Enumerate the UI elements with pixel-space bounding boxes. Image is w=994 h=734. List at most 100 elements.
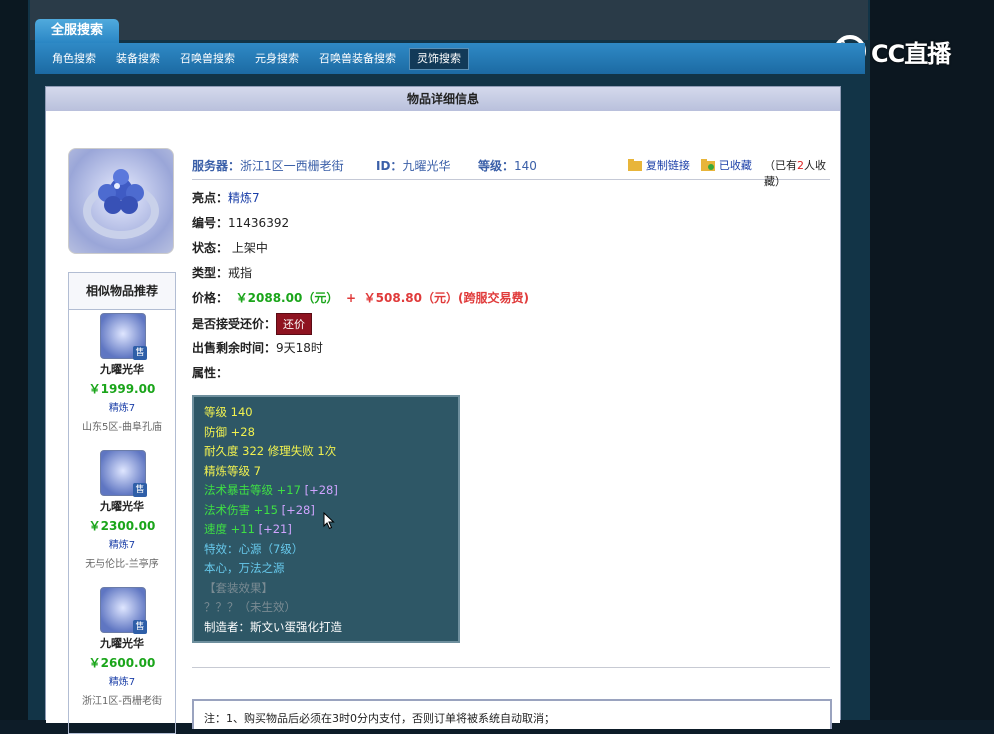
item-detail-panel: 物品详细信息 相似物品推荐 售 九曜光华 ￥1999.00 精炼7 山东5区-曲… — [45, 86, 841, 734]
time-left-label: 出售剩余时间： — [192, 341, 277, 355]
status-value: 上架中 — [231, 241, 268, 255]
price-plus: + — [345, 291, 357, 305]
favorite-folder-icon — [701, 159, 715, 171]
server-value: 浙江1区一西栅老街 — [240, 159, 344, 173]
attr-text: 速度 +11 — [204, 522, 255, 536]
copy-link-label: 复制链接 — [645, 159, 690, 172]
right-background — [870, 0, 994, 720]
subnav-equip-search[interactable]: 装备搜索 — [109, 49, 167, 69]
attr-text: 【套装效果】 — [204, 580, 273, 595]
left-edge-stripe — [0, 0, 28, 720]
fav-prefix: （已有 — [764, 159, 797, 172]
level-info: 等级：140 — [478, 157, 537, 174]
level-value: 140 — [514, 159, 537, 173]
subnav-ornament-search[interactable]: 灵饰搜索 — [409, 47, 469, 70]
attr-line: 本心，万法之源 — [204, 559, 448, 579]
attr-text: ？？？（未生效） — [204, 600, 296, 614]
subnav-role-search[interactable]: 角色搜索 — [45, 49, 103, 69]
attr-line: 【套装效果】 — [204, 579, 448, 599]
id-value: 九曜光华 — [402, 159, 451, 173]
number-label: 编号： — [192, 216, 229, 230]
attributes-row: 属性： — [192, 364, 228, 381]
attr-line: 法术暴击等级 +17 [+28] — [204, 481, 448, 501]
tab-global-search[interactable]: 全服搜索 — [35, 19, 119, 43]
sale-badge: 售 — [133, 620, 147, 634]
attr-text: 精炼等级 7 — [204, 463, 261, 478]
mouse-cursor-icon — [323, 512, 335, 530]
price-main: ￥2088.00（元） — [235, 291, 339, 305]
id-label: ID： — [376, 159, 403, 173]
similar-item-tag: 精炼7 — [108, 677, 136, 688]
price-row: 价格： ￥2088.00（元） + ￥508.80（元）(跨服交易费) — [192, 289, 529, 306]
item-info-bar: 服务器：浙江1区一西栅老街 ID：九曜光华 等级：140 复制链接 已收藏 （已… — [192, 151, 830, 188]
id-info: ID：九曜光华 — [376, 157, 450, 174]
similar-item-tag: 精炼7 — [108, 403, 136, 414]
number-row: 编号：11436392 — [192, 214, 289, 231]
copy-link-button[interactable]: 复制链接 — [628, 157, 690, 173]
attr-line: 耐久度 322 修理失败 1次 — [204, 442, 448, 462]
similar-item-price: ￥1999.00 — [88, 382, 156, 396]
item-image — [68, 148, 174, 254]
sale-badge: 售 — [133, 346, 147, 360]
attr-line: 精炼等级 7 — [204, 462, 448, 482]
similar-item-price: ￥2300.00 — [88, 519, 156, 533]
attr-text: 等级 140 — [204, 405, 253, 419]
search-subnav: 角色搜索 装备搜索 召唤兽搜索 元身搜索 召唤兽装备搜索 灵饰搜索 — [35, 43, 865, 74]
similar-item-server: 浙江1区-西栅老街 — [82, 696, 162, 707]
panel-title: 物品详细信息 — [46, 87, 840, 112]
type-row: 类型：戒指 — [192, 264, 252, 281]
subnav-pet-search[interactable]: 召唤兽搜索 — [173, 49, 242, 69]
similar-item-name: 九曜光华 — [100, 363, 144, 376]
ring-thumbnail-icon: 售 — [100, 313, 147, 360]
folder-icon — [628, 159, 642, 171]
similar-item-name: 九曜光华 — [100, 637, 144, 650]
attr-line: 等级 140 — [204, 403, 448, 423]
favorite-button[interactable]: 已收藏 — [701, 157, 752, 173]
section-divider — [192, 667, 830, 668]
time-left-value: 9天18时 — [276, 341, 323, 355]
top-bar — [30, 0, 868, 40]
ring-thumbnail-icon: 售 — [100, 587, 147, 634]
ring-icon — [83, 169, 159, 239]
attr-text: 本心，万法之源 — [204, 561, 285, 575]
similar-items-box: 相似物品推荐 售 九曜光华 ￥1999.00 精炼7 山东5区-曲阜孔庙 售 九… — [68, 272, 176, 734]
server-label: 服务器： — [192, 159, 241, 173]
similar-item-tag: 精炼7 — [108, 540, 136, 551]
bargain-button[interactable]: 还价 — [276, 313, 313, 335]
status-row: 状态： 上架中 — [192, 239, 268, 256]
similar-items-title: 相似物品推荐 — [69, 273, 175, 310]
subnav-yuanshen-search[interactable]: 元身搜索 — [248, 49, 306, 69]
similar-item-name: 九曜光华 — [100, 500, 144, 513]
number-value: 11436392 — [228, 216, 290, 230]
highlight-label: 亮点： — [192, 191, 229, 205]
attr-line: 特效：心源（7级） — [204, 540, 448, 560]
attributes-label: 属性： — [192, 366, 229, 380]
highlight-row: 亮点：精炼7 — [192, 189, 260, 206]
attr-text: 制造者：斯文い蛋强化打造 — [204, 619, 342, 634]
subnav-pet-equip-search[interactable]: 召唤兽装备搜索 — [312, 49, 403, 69]
type-label: 类型： — [192, 266, 229, 280]
bargain-row: 是否接受还价： 还价 — [192, 313, 313, 335]
cross-server-fee: ￥508.80（元）(跨服交易费) — [363, 291, 529, 305]
bargain-label: 是否接受还价： — [192, 317, 277, 331]
attr-line: 防御 +28 — [204, 423, 448, 443]
server-info: 服务器：浙江1区一西栅老街 — [192, 157, 344, 174]
type-value: 戒指 — [228, 266, 253, 280]
similar-item-price: ￥2600.00 — [88, 656, 156, 670]
attr-line: 制造者：斯文い蛋强化打造 — [204, 618, 448, 638]
attr-bonus: [+21] — [258, 522, 292, 536]
similar-item-server: 无与伦比-兰亭序 — [85, 559, 159, 570]
notice-box: 注：1、购买物品后必须在3时0分内支付，否则订单将被系统自动取消； — [192, 699, 832, 729]
favorited-label: 已收藏 — [718, 159, 752, 172]
price-label: 价格： — [192, 291, 229, 305]
attr-text: 法术伤害 +15 — [204, 502, 278, 517]
attr-line: ？？？（未生效） — [204, 598, 448, 618]
watermark-text: CC直播 — [871, 39, 951, 68]
status-label: 状态： — [192, 241, 229, 255]
attr-text: 特效：心源（7级） — [204, 541, 304, 556]
ring-thumbnail-icon: 售 — [100, 450, 147, 497]
favorite-count-text: （已有2人收藏） — [764, 157, 830, 189]
similar-item-server: 山东5区-曲阜孔庙 — [82, 422, 162, 433]
time-left-row: 出售剩余时间：9天18时 — [192, 339, 323, 356]
attr-text: 法术暴击等级 +17 — [204, 483, 301, 497]
